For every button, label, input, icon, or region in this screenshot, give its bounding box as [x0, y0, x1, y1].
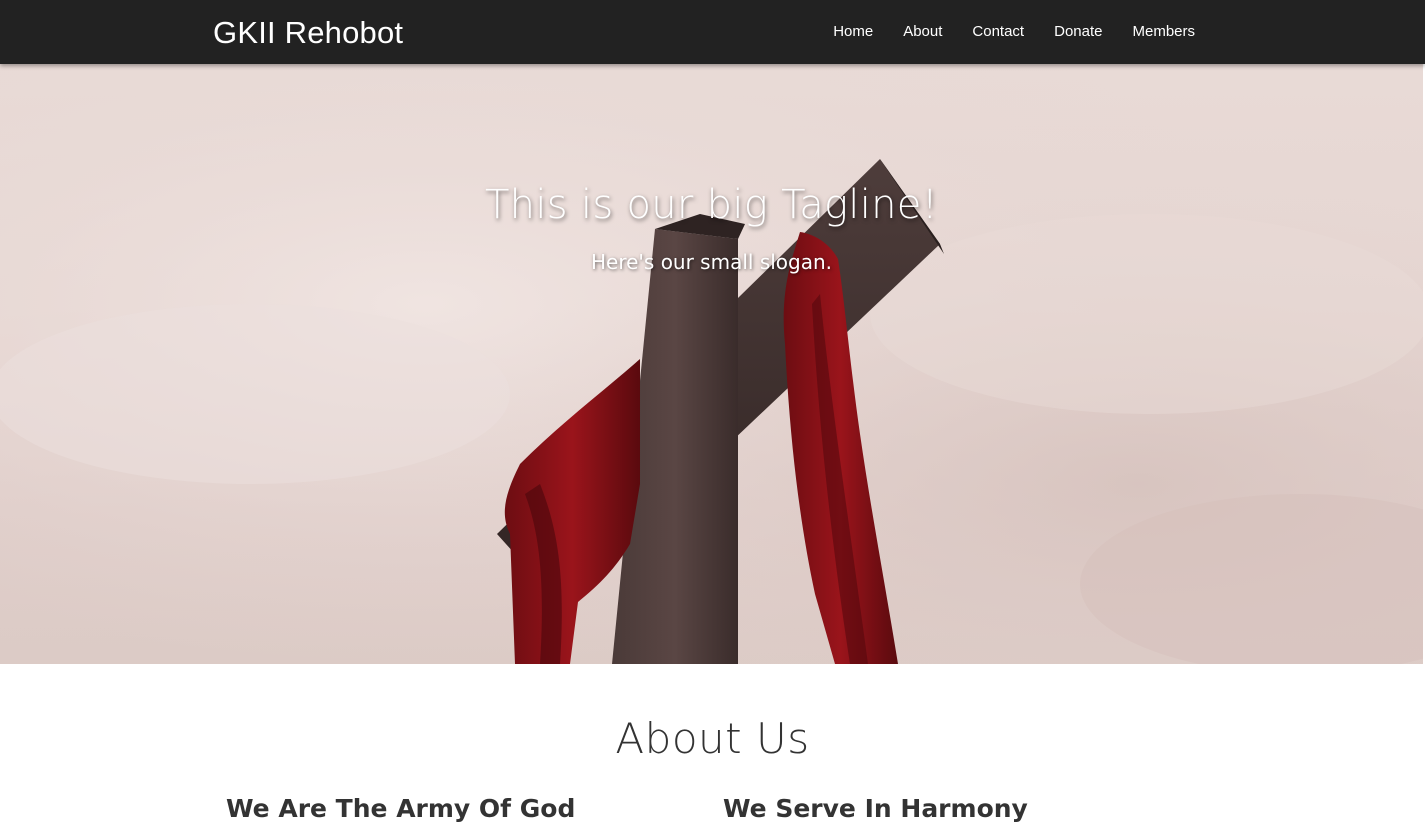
nav-link-home[interactable]: Home	[833, 22, 873, 42]
about-column-title-harmony: We Serve In Harmony	[723, 794, 1028, 823]
hero-banner: This is our big Tagline! Here's our smal…	[0, 64, 1423, 664]
nav-link-donate[interactable]: Donate	[1054, 22, 1102, 42]
nav-link-about[interactable]: About	[903, 22, 942, 42]
nav-link-members[interactable]: Members	[1132, 22, 1195, 42]
top-navbar: GKII Rehobot Home About Contact Donate M…	[0, 0, 1425, 64]
about-title: About Us	[615, 714, 810, 763]
nav-link-contact[interactable]: Contact	[972, 22, 1024, 42]
cross-with-red-cloth-image	[0, 64, 1423, 664]
about-section: About Us We Are The Army Of God We Serve…	[0, 664, 1425, 827]
nav-links: Home About Contact Donate Members	[803, 22, 1195, 42]
hero-slogan: Here's our small slogan.	[590, 250, 833, 274]
brand-logo-link[interactable]: GKII Rehobot	[213, 14, 403, 52]
about-column-title-army: We Are The Army Of God	[226, 794, 576, 823]
hero-tagline: This is our big Tagline!	[484, 182, 939, 228]
